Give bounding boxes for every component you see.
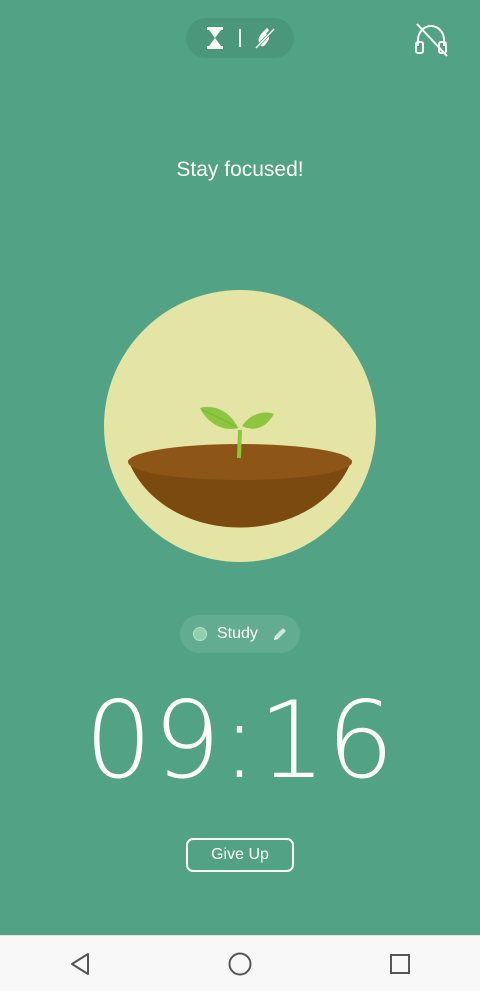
tag-selector[interactable]: Study — [180, 615, 300, 653]
hourglass-icon — [207, 27, 223, 49]
tag-label: Study — [217, 625, 258, 642]
give-up-button[interactable]: Give Up — [186, 838, 294, 872]
pencil-icon — [273, 628, 286, 640]
timer-mode-button[interactable] — [195, 18, 235, 58]
home-circle-icon — [228, 952, 252, 975]
recents-square-icon — [390, 953, 410, 974]
no-phone-icon — [254, 27, 276, 50]
nav-home-button[interactable] — [210, 936, 270, 991]
sapling-in-pot-icon — [104, 290, 376, 562]
sound-toggle-button[interactable] — [410, 18, 452, 60]
countdown-timer: 09:16 — [84, 679, 396, 802]
deep-focus-button[interactable] — [245, 18, 285, 58]
tag-edit-button[interactable] — [272, 626, 288, 642]
mode-toggle — [186, 18, 294, 58]
growing-tree — [104, 290, 376, 562]
nav-recents-button[interactable] — [370, 936, 430, 991]
back-triangle-icon — [71, 952, 89, 975]
tag-color-dot — [193, 627, 207, 641]
focus-headline: Stay focused! — [176, 158, 304, 181]
headphones-off-icon — [415, 23, 448, 57]
android-navbar — [0, 935, 480, 991]
focus-screen: Stay focused! Study 09:16 Give Up — [0, 0, 480, 935]
mode-divider — [239, 29, 241, 47]
nav-back-button[interactable] — [50, 936, 110, 991]
